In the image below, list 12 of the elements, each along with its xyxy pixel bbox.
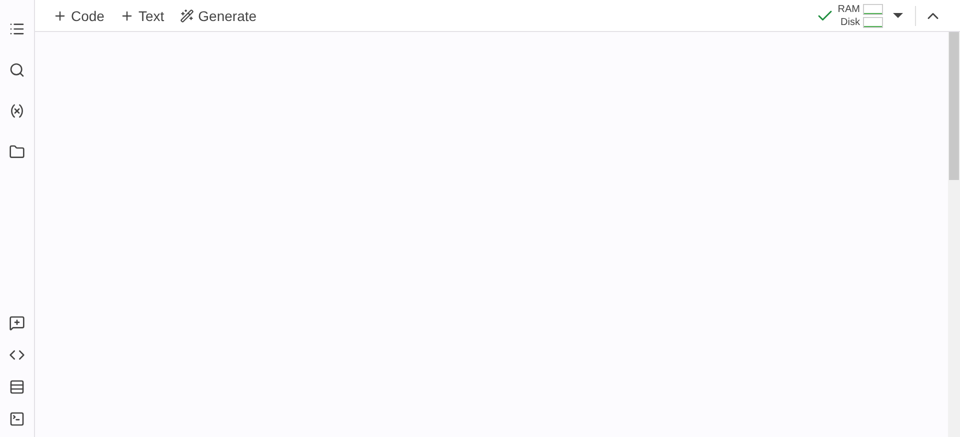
plus-icon bbox=[53, 8, 67, 22]
plus-icon bbox=[120, 8, 134, 22]
add-button[interactable]: Text bbox=[114, 4, 170, 28]
resource-meter bbox=[863, 4, 883, 14]
scrollbar[interactable] bbox=[948, 32, 960, 437]
dropdown-caret-icon[interactable] bbox=[893, 12, 903, 18]
resource-label: Disk bbox=[840, 16, 860, 28]
generate-button[interactable]: Generate bbox=[174, 4, 263, 28]
wand-icon bbox=[180, 8, 194, 22]
resource-meter bbox=[863, 16, 883, 28]
resource-label: RAM bbox=[838, 2, 860, 16]
add-button[interactable]: Code bbox=[47, 4, 110, 28]
